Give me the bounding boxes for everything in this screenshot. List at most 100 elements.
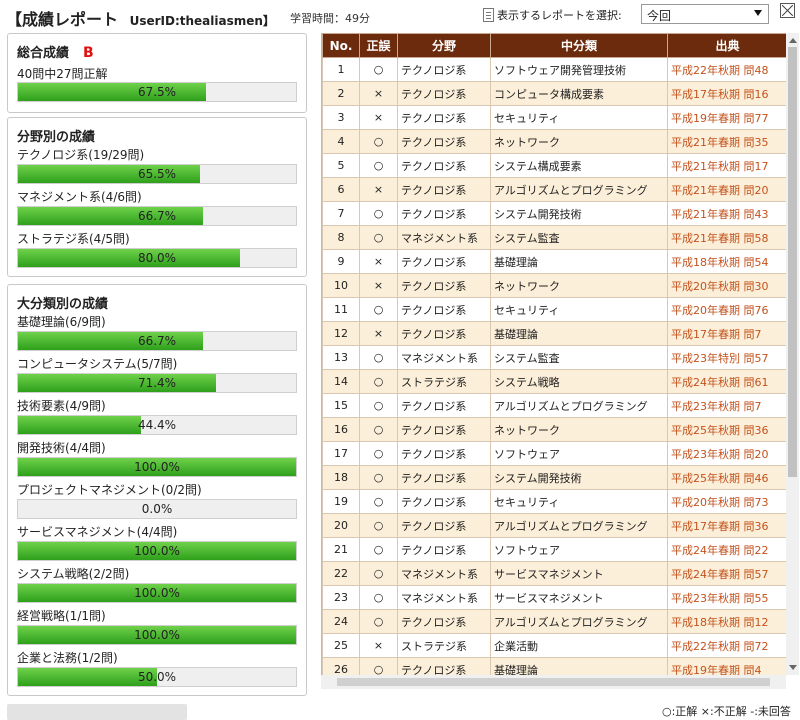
- source-link[interactable]: 平成21年春期 問43: [667, 201, 786, 226]
- scroll-up-icon[interactable]: [789, 38, 797, 43]
- table-row[interactable]: 8 ○ マネジメント系 システム監査 平成21年春期 問58: [322, 225, 786, 250]
- table-row[interactable]: 25 × ストラテジ系 企業活動 平成22年秋期 問72: [322, 633, 786, 658]
- source-link[interactable]: 平成25年秋期 問36: [667, 417, 786, 442]
- source-link[interactable]: 平成25年秋期 問46: [667, 465, 786, 490]
- source-link[interactable]: 平成23年秋期 問20: [667, 441, 786, 466]
- table-row[interactable]: 14 ○ ストラテジ系 システム戦略 平成24年秋期 問61: [322, 369, 786, 394]
- column-header[interactable]: 分野: [397, 33, 491, 58]
- result-mark: ○: [359, 489, 398, 514]
- report-select[interactable]: 今回: [641, 4, 769, 24]
- result-mark: ×: [359, 273, 398, 298]
- subcategory-name: 企業活動: [490, 633, 668, 658]
- source-link[interactable]: 平成22年秋期 問72: [667, 633, 786, 658]
- column-header[interactable]: 中分類: [490, 33, 668, 58]
- table-row[interactable]: 9 × テクノロジ系 基礎理論 平成18年秋期 問54: [322, 249, 786, 274]
- progress-bar: 66.7%: [17, 331, 297, 351]
- source-link[interactable]: 平成17年春期 問36: [667, 513, 786, 538]
- column-header[interactable]: 正誤: [359, 33, 398, 58]
- field-name: テクノロジ系: [397, 513, 491, 538]
- progress-text: 0.0%: [141, 502, 173, 516]
- table-row[interactable]: 7 ○ テクノロジ系 システム開発技術 平成21年春期 問43: [322, 201, 786, 226]
- scroll-thumb[interactable]: [788, 47, 797, 477]
- table-row[interactable]: 10 × テクノロジ系 ネットワーク 平成20年秋期 問30: [322, 273, 786, 298]
- table-row[interactable]: 22 ○ マネジメント系 サービスマネジメント 平成24年春期 問57: [322, 561, 786, 586]
- source-link[interactable]: 平成23年秋期 問55: [667, 585, 786, 610]
- progress-bar: 71.4%: [17, 373, 297, 393]
- source-link[interactable]: 平成23年秋期 問7: [667, 393, 786, 418]
- overall-title-text: 総合成績: [17, 46, 70, 61]
- source-link[interactable]: 平成19年春期 問77: [667, 105, 786, 130]
- report-select-label-text: 表示するレポートを選択:: [497, 9, 622, 22]
- table-row[interactable]: 24 ○ テクノロジ系 アルゴリズムとプログラミング 平成18年秋期 問12: [322, 609, 786, 634]
- progress-bar: 100.0%: [17, 625, 297, 645]
- source-link[interactable]: 平成21年春期 問58: [667, 225, 786, 250]
- progress-bar: 50.0%: [17, 667, 297, 687]
- result-mark: ○: [359, 417, 398, 442]
- source-link[interactable]: 平成20年秋期 問30: [667, 273, 786, 298]
- table-row[interactable]: 16 ○ テクノロジ系 ネットワーク 平成25年秋期 問36: [322, 417, 786, 442]
- source-link[interactable]: 平成20年秋期 問73: [667, 489, 786, 514]
- question-number: 18: [322, 465, 360, 490]
- question-number: 17: [322, 441, 360, 466]
- table-row[interactable]: 20 ○ テクノロジ系 アルゴリズムとプログラミング 平成17年春期 問36: [322, 513, 786, 538]
- table-row[interactable]: 2 × テクノロジ系 コンピュータ構成要素 平成17年秋期 問16: [322, 81, 786, 106]
- result-mark: ○: [359, 369, 398, 394]
- source-link[interactable]: 平成17年春期 問7: [667, 321, 786, 346]
- table-row[interactable]: 19 ○ テクノロジ系 セキュリティ 平成20年秋期 問73: [322, 489, 786, 514]
- table-row[interactable]: 13 ○ マネジメント系 システム監査 平成23年特別 問57: [322, 345, 786, 370]
- table-body: 1 ○ テクノロジ系 ソフトウェア開発管理技術 平成22年秋期 問48 2 × テクノロジ系コ…: [322, 57, 786, 675]
- progress-bar: 0.0%: [17, 499, 297, 519]
- table-row[interactable]: 1 ○ テクノロジ系 ソフトウェア開発管理技術 平成22年秋期 問48: [322, 57, 786, 82]
- table-row[interactable]: 3 × テクノロジ系 セキュリティ 平成19年春期 問77: [322, 105, 786, 130]
- column-header[interactable]: No.: [322, 33, 360, 58]
- bottom-scroll-area: [7, 704, 187, 720]
- table-row[interactable]: 5 ○ テクノロジ系 システム構成要素 平成21年秋期 問17: [322, 153, 786, 178]
- vertical-scrollbar[interactable]: [786, 33, 799, 675]
- source-link[interactable]: 平成24年春期 問22: [667, 537, 786, 562]
- table-row[interactable]: 26 ○ テクノロジ系 基礎理論 平成19年春期 問4: [322, 657, 786, 675]
- column-header[interactable]: 出典: [667, 33, 786, 58]
- subcategory-name: セキュリティ: [490, 297, 668, 322]
- source-link[interactable]: 平成21年春期 問20: [667, 177, 786, 202]
- result-mark: ○: [359, 537, 398, 562]
- source-link[interactable]: 平成17年秋期 問16: [667, 81, 786, 106]
- subcategory-name: セキュリティ: [490, 105, 668, 130]
- scroll-down-icon[interactable]: [789, 665, 797, 670]
- source-link[interactable]: 平成23年特別 問57: [667, 345, 786, 370]
- field-name: ストラテジ系: [397, 633, 491, 658]
- horizontal-scroll-thumb[interactable]: [337, 678, 770, 686]
- source-link[interactable]: 平成21年春期 問35: [667, 129, 786, 154]
- source-link[interactable]: 平成24年秋期 問61: [667, 369, 786, 394]
- progress-bar: 80.0%: [17, 248, 297, 268]
- table-row[interactable]: 21 ○ テクノロジ系 ソフトウェア 平成24年春期 問22: [322, 537, 786, 562]
- table-row[interactable]: 6 × テクノロジ系 アルゴリズムとプログラミング 平成21年春期 問20: [322, 177, 786, 202]
- subcategory-name: ネットワーク: [490, 273, 668, 298]
- horizontal-scrollbar[interactable]: [321, 675, 786, 689]
- field-name: ストラテジ系: [397, 369, 491, 394]
- table-row[interactable]: 15 ○ テクノロジ系 アルゴリズムとプログラミング 平成23年秋期 問7: [322, 393, 786, 418]
- source-link[interactable]: 平成18年秋期 問54: [667, 249, 786, 274]
- source-link[interactable]: 平成18年秋期 問12: [667, 609, 786, 634]
- field-name: テクノロジ系: [397, 465, 491, 490]
- result-mark: ○: [359, 297, 398, 322]
- source-link[interactable]: 平成19年春期 問4: [667, 657, 786, 675]
- source-link[interactable]: 平成22年秋期 問48: [667, 57, 786, 82]
- source-link[interactable]: 平成21年秋期 問17: [667, 153, 786, 178]
- field-name: マネジメント系: [397, 585, 491, 610]
- table-row[interactable]: 11 ○ テクノロジ系 セキュリティ 平成20年春期 問76: [322, 297, 786, 322]
- table-row[interactable]: 23 ○ マネジメント系 サービスマネジメント 平成23年秋期 問55: [322, 585, 786, 610]
- question-number: 11: [322, 297, 360, 322]
- question-number: 5: [322, 153, 360, 178]
- result-mark: ○: [359, 585, 398, 610]
- subcategory-name: 基礎理論: [490, 249, 668, 274]
- table-row[interactable]: 17 ○ テクノロジ系 ソフトウェア 平成23年秋期 問20: [322, 441, 786, 466]
- table-row[interactable]: 12 × テクノロジ系 基礎理論 平成17年春期 問7: [322, 321, 786, 346]
- source-link[interactable]: 平成24年春期 問57: [667, 561, 786, 586]
- table-row[interactable]: 4 ○ テクノロジ系 ネットワーク 平成21年春期 問35: [322, 129, 786, 154]
- field-name: テクノロジ系: [397, 201, 491, 226]
- result-mark: ○: [359, 393, 398, 418]
- close-button[interactable]: [780, 3, 795, 18]
- table-row[interactable]: 18 ○ テクノロジ系 システム開発技術 平成25年秋期 問46: [322, 465, 786, 490]
- source-link[interactable]: 平成20年春期 問76: [667, 297, 786, 322]
- overall-progress-text: 67.5%: [137, 85, 177, 99]
